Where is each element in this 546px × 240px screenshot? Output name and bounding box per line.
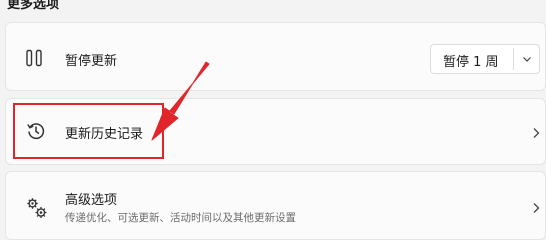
select-divider: [513, 48, 514, 70]
highlight-annotation-box: [13, 103, 164, 159]
pause-duration-value: 暂停 1 周: [443, 55, 499, 70]
advanced-options-label: 高级选项: [65, 193, 118, 208]
pause-icon: [26, 49, 42, 67]
pause-duration-select[interactable]: 暂停 1 周: [430, 44, 540, 74]
pause-updates-label: 暂停更新: [65, 54, 118, 69]
pause-updates-card: 暂停更新 暂停 1 周: [5, 22, 546, 91]
section-title: 更多选项: [7, 0, 60, 12]
gears-icon: [27, 198, 47, 218]
chevron-down-icon[interactable]: [522, 54, 532, 64]
chevron-right-icon: [533, 128, 540, 138]
advanced-options-card[interactable]: 高级选项 传递优化、可选更新、活动时间以及其他更新设置: [5, 171, 546, 240]
advanced-options-description: 传递优化、可选更新、活动时间以及其他更新设置: [65, 212, 296, 224]
chevron-right-icon: [533, 203, 540, 213]
